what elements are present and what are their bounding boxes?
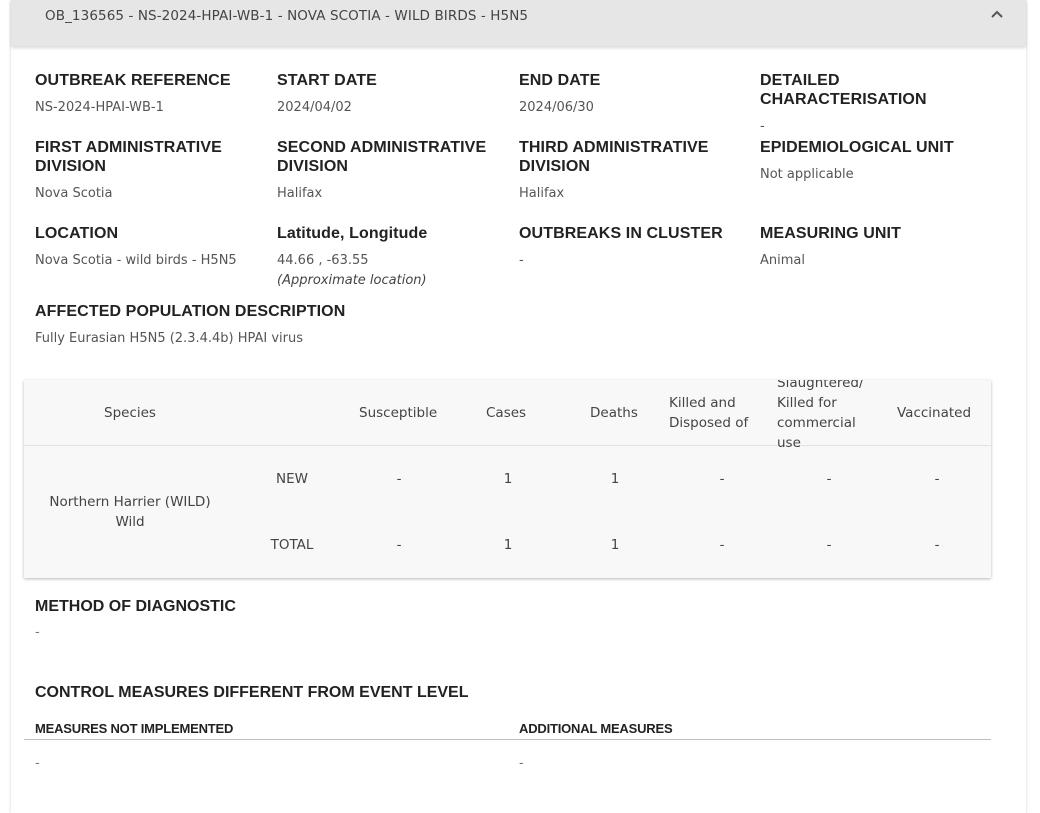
epi-unit-label: EPIDEMIOLOGICAL UNIT — [760, 139, 954, 156]
lat-long-value: 44.66 , -63.55 (Approximate location) — [277, 252, 507, 289]
lat-long-coordinates: 44.66 , -63.55 — [277, 253, 369, 268]
approximate-location-note: (Approximate location) — [277, 273, 427, 288]
slaughtered-cell: - — [826, 471, 832, 487]
cases-header: Cases — [486, 405, 527, 421]
third-admin-field: THIRD ADMINISTRATIVE DIVISION Halifax — [519, 138, 749, 202]
location-value: Nova Scotia - wild birds - H5N5 — [35, 253, 237, 268]
measures-divider — [24, 739, 991, 740]
additional-measures-label: ADDITIONAL MEASURES — [519, 721, 673, 736]
affected-population-label: AFFECTED POPULATION DESCRIPTION — [35, 303, 346, 320]
end-date-value: 2024/06/30 — [519, 100, 594, 115]
affected-population-value: Fully Eurasian H5N5 (2.3.4.4b) HPAI viru… — [35, 331, 304, 346]
outbreak-title: OB_136565 - NS-2024-HPAI-WB-1 - NOVA SCO… — [45, 8, 529, 24]
deaths-cell: 1 — [610, 471, 620, 487]
lat-long-field: Latitude, Longitude 44.66 , -63.55 (Appr… — [277, 224, 507, 289]
third-admin-label: THIRD ADMINISTRATIVE DIVISION — [519, 139, 709, 175]
susceptible-cell: - — [396, 471, 402, 487]
species-table: Species Susceptible Cases Deaths Killed … — [24, 380, 991, 578]
start-date-field: START DATE 2024/04/02 — [277, 71, 507, 116]
outbreak-reference-label: OUTBREAK REFERENCE — [35, 72, 231, 89]
species-cell: Northern Harrier (WILD) Wild — [40, 492, 220, 532]
lat-long-label: Latitude, Longitude — [277, 225, 428, 242]
second-admin-field: SECOND ADMINISTRATIVE DIVISION Halifax — [277, 138, 507, 202]
species-name: Northern Harrier (WILD) — [49, 494, 211, 510]
deaths-header: Deaths — [590, 405, 638, 421]
measures-not-implemented-value: - — [35, 756, 40, 771]
end-date-field: END DATE 2024/06/30 — [519, 71, 749, 116]
row-type-total: TOTAL — [270, 537, 314, 553]
first-admin-field: FIRST ADMINISTRATIVE DIVISION Nova Scoti… — [35, 138, 265, 202]
table-header-row: Species Susceptible Cases Deaths Killed … — [24, 380, 991, 451]
diagnostic-label: METHOD OF DIAGNOSTIC — [35, 598, 236, 615]
detailed-characterisation-field: DETAILED CHARACTERISATION - — [760, 71, 1010, 135]
outbreaks-cluster-field: OUTBREAKS IN CLUSTER - — [519, 224, 749, 269]
location-field: LOCATION Nova Scotia - wild birds - H5N5 — [35, 224, 265, 269]
location-label: LOCATION — [35, 225, 119, 242]
susceptible-cell: - — [396, 537, 402, 553]
affected-population-field: AFFECTED POPULATION DESCRIPTION Fully Eu… — [35, 302, 535, 347]
start-date-value: 2024/04/02 — [277, 100, 352, 115]
epi-unit-value: Not applicable — [760, 167, 854, 182]
measuring-unit-label: MEASURING UNIT — [760, 225, 901, 242]
slaughtered-cell: - — [826, 537, 832, 553]
additional-measures-value: - — [519, 756, 524, 771]
measuring-unit-field: MEASURING UNIT Animal — [760, 224, 990, 269]
cases-cell: 1 — [503, 471, 513, 487]
susceptible-header: Susceptible — [359, 405, 438, 421]
diagnostic-value: - — [35, 625, 40, 640]
third-admin-value: Halifax — [519, 186, 565, 201]
deaths-cell: 1 — [610, 537, 620, 553]
outbreaks-cluster-value: - — [519, 253, 524, 268]
killed-header: Killed and Disposed of — [669, 395, 749, 431]
first-admin-label: FIRST ADMINISTRATIVE DIVISION — [35, 139, 222, 175]
vaccinated-cell: - — [934, 537, 940, 553]
row-type-new: NEW — [276, 471, 308, 487]
killed-cell: - — [719, 471, 725, 487]
vaccinated-cell: - — [934, 471, 940, 487]
control-measures-label: CONTROL MEASURES DIFFERENT FROM EVENT LE… — [35, 684, 469, 701]
detailed-characterisation-label: DETAILED CHARACTERISATION — [760, 72, 927, 108]
end-date-label: END DATE — [519, 72, 601, 89]
outbreak-reference-value: NS-2024-HPAI-WB-1 — [35, 100, 164, 115]
epi-unit-field: EPIDEMIOLOGICAL UNIT Not applicable — [760, 138, 990, 183]
killed-cell: - — [719, 537, 725, 553]
measuring-unit-value: Animal — [760, 253, 805, 268]
species-type: Wild — [115, 514, 145, 530]
outbreak-header[interactable]: OB_136565 - NS-2024-HPAI-WB-1 - NOVA SCO… — [11, 0, 1026, 46]
outbreak-reference-field: OUTBREAK REFERENCE NS-2024-HPAI-WB-1 — [35, 71, 265, 116]
chevron-up-icon[interactable] — [990, 9, 1004, 19]
detailed-characterisation-value: - — [760, 119, 765, 134]
outbreaks-cluster-label: OUTBREAKS IN CLUSTER — [519, 225, 723, 242]
second-admin-value: Halifax — [277, 186, 323, 201]
measures-not-implemented-label: MEASURES NOT IMPLEMENTED — [35, 721, 234, 736]
first-admin-value: Nova Scotia — [35, 186, 113, 201]
second-admin-label: SECOND ADMINISTRATIVE DIVISION — [277, 139, 487, 175]
vaccinated-header: Vaccinated — [897, 405, 972, 421]
cases-cell: 1 — [503, 537, 513, 553]
slaughtered-header: Slaughtered/ Killed for commercial use — [777, 380, 864, 451]
start-date-label: START DATE — [277, 72, 377, 89]
species-header: Species — [104, 405, 156, 421]
